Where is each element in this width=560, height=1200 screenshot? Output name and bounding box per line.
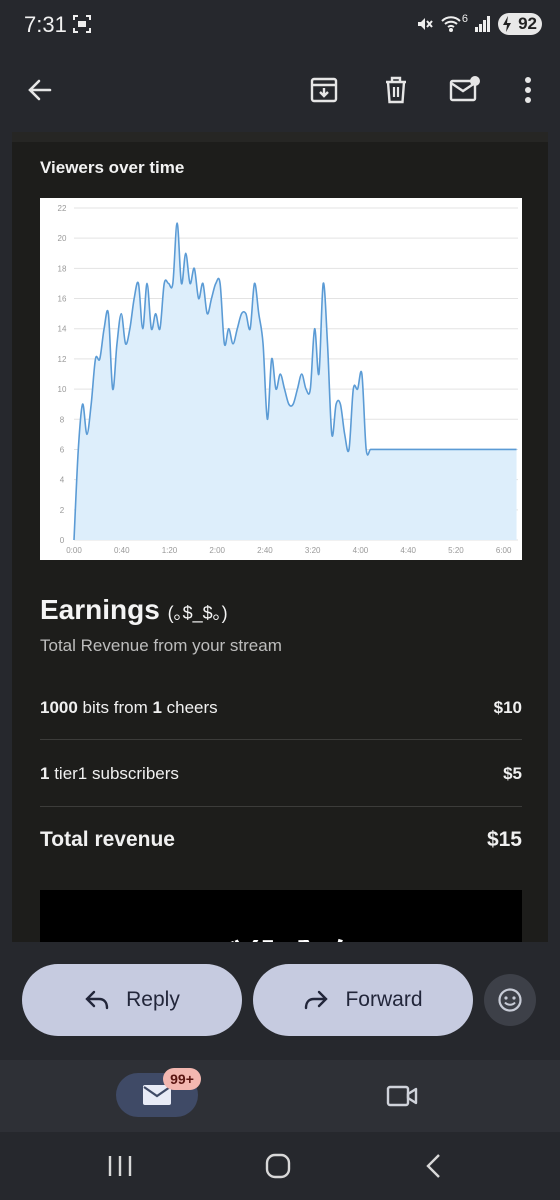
system-back-button[interactable]: [414, 1150, 454, 1182]
reply-label: Reply: [126, 988, 180, 1011]
earnings-subtitle: Total Revenue from your stream: [40, 636, 282, 655]
viewers-area: [74, 223, 517, 540]
x-tick-label: 3:20: [305, 546, 321, 555]
reply-actions: Reply Forward: [0, 942, 560, 1060]
email-body: Viewers over time 0 2 4 6 8 10 12 14 16 18 20 22 0:…: [12, 132, 548, 942]
revenue-row-amount: $5: [503, 764, 522, 783]
wifi-generation: 6: [461, 13, 468, 25]
video-camera-icon: [386, 1085, 418, 1107]
system-navigation-bar: [0, 1132, 560, 1200]
earnings-title: Earnings (｡$_$｡): [40, 594, 228, 626]
earnings-kaomoji: (｡$_$｡): [167, 603, 228, 623]
card-top-edge: [12, 132, 548, 142]
revenue-row-label: 1 tier1 subscribers: [40, 764, 179, 783]
smiley-icon: [498, 988, 522, 1012]
forward-button[interactable]: Forward: [253, 964, 473, 1036]
forward-label: Forward: [345, 988, 423, 1011]
status-bar: 7:31 6 92: [0, 0, 560, 50]
x-tick-label: 2:00: [209, 546, 225, 555]
home-icon: [265, 1153, 291, 1179]
meet-tab[interactable]: [382, 1078, 422, 1114]
home-button[interactable]: [258, 1150, 298, 1182]
x-tick-label: 0:40: [114, 546, 130, 555]
back-button[interactable]: [18, 68, 62, 112]
y-tick-label: 14: [58, 325, 67, 334]
x-tick-label: 6:00: [496, 546, 512, 555]
delete-button[interactable]: [374, 68, 418, 112]
x-tick-label: 4:40: [400, 546, 416, 555]
status-time: 7:31: [24, 12, 67, 37]
revenue-row-amount: $10: [493, 698, 522, 717]
total-revenue-amount: $15: [486, 828, 522, 851]
more-vertical-icon: [525, 77, 531, 103]
revenue-row-subs: 1 tier1 subscribers $5: [40, 764, 522, 784]
battery-level: 92: [518, 14, 537, 33]
x-tick-label: 5:20: [448, 546, 464, 555]
y-tick-label: 20: [58, 234, 67, 243]
arrow-left-icon: [28, 79, 52, 101]
x-tick-label: 2:40: [257, 546, 273, 555]
x-tick-label: 1:20: [162, 546, 178, 555]
bottom-navigation: 99+: [0, 1060, 560, 1132]
recent-apps-icon: [108, 1156, 132, 1176]
wifi-icon: [440, 14, 462, 34]
chevron-left-icon: [426, 1154, 440, 1178]
x-tick-label: 0:00: [66, 546, 82, 555]
chart-y-ticks: 0 2 4 6 8 10 12 14 16 18 20 22: [58, 204, 67, 545]
more-options-button[interactable]: [506, 68, 550, 112]
email-toolbar: [0, 50, 560, 130]
status-icons: 6 92: [414, 12, 542, 36]
y-tick-label: 8: [60, 415, 65, 424]
mark-unread-button[interactable]: [443, 68, 487, 112]
y-tick-label: 18: [58, 264, 67, 273]
divider: [40, 806, 522, 807]
y-tick-label: 12: [58, 355, 67, 364]
celebration-kaomoji: ヾ( ̄▽ ̄)ノ: [40, 926, 522, 942]
revenue-row-bits: 1000 bits from 1 cheers $10: [40, 698, 522, 718]
celebration-banner: ヾ( ̄▽ ̄)ノ: [40, 890, 522, 942]
x-tick-label: 4:00: [353, 546, 369, 555]
screenshot-icon: [72, 14, 92, 34]
revenue-row-label: 1000 bits from 1 cheers: [40, 698, 218, 717]
total-revenue-row: Total revenue $15: [40, 828, 522, 852]
y-tick-label: 16: [58, 295, 67, 304]
viewers-chart-svg: 0 2 4 6 8 10 12 14 16 18 20 22 0:00 0:40 1:20 2:00 2:40…: [58, 204, 518, 555]
signal-icon: [474, 15, 492, 33]
battery-indicator: 92: [498, 13, 542, 35]
y-tick-label: 22: [58, 204, 67, 213]
reply-icon: [85, 990, 109, 1010]
emoji-reaction-button[interactable]: [484, 974, 536, 1026]
recent-apps-button[interactable]: [100, 1150, 140, 1182]
y-tick-label: 4: [60, 476, 65, 485]
total-revenue-label: Total revenue: [40, 828, 175, 851]
forward-icon: [305, 990, 329, 1010]
mail-unread-badge: 99+: [163, 1068, 201, 1090]
charging-icon: [501, 15, 513, 33]
chart-title: Viewers over time: [40, 158, 185, 177]
earnings-title-text: Earnings: [40, 594, 160, 625]
y-tick-label: 6: [60, 445, 65, 454]
y-tick-label: 10: [58, 385, 67, 394]
archive-icon: [310, 77, 338, 103]
y-tick-label: 2: [60, 506, 65, 515]
chart-x-ticks: 0:00 0:40 1:20 2:00 2:40 3:20 4:00 4:40 5:20 6:00: [66, 546, 512, 555]
mark-unread-icon: [449, 76, 480, 102]
viewers-chart: 0 2 4 6 8 10 12 14 16 18 20 22 0:00 0:40 1:20 2:00 2:40…: [40, 198, 522, 560]
mute-icon: [414, 14, 434, 34]
y-tick-label: 0: [60, 536, 65, 545]
archive-button[interactable]: [302, 68, 346, 112]
divider: [40, 739, 522, 740]
trash-icon: [386, 76, 406, 104]
reply-button[interactable]: Reply: [22, 964, 242, 1036]
